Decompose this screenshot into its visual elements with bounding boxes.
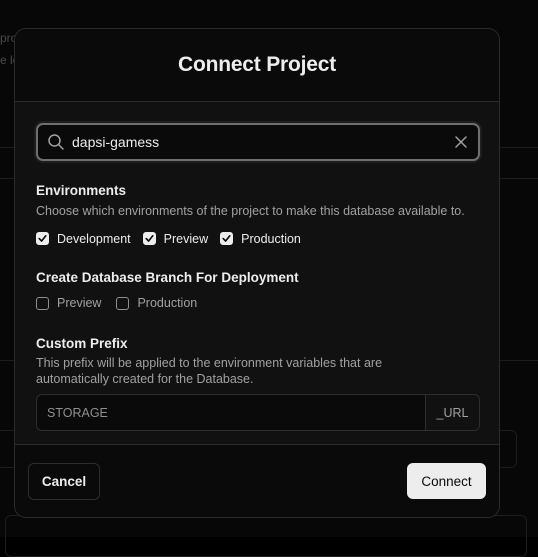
checkbox-production[interactable]: Production [220,232,301,246]
project-search [36,123,480,161]
environments-options: Development Preview [36,231,465,247]
prefix-field: _URL [36,394,480,431]
checkbox-label: Production [241,232,301,246]
branch-options: Preview Production [36,295,299,311]
connect-button[interactable]: Connect [407,463,486,499]
dialog-body: Environments Choose which environments o… [15,102,499,446]
cancel-button[interactable]: Cancel [28,463,100,500]
environments-description: Choose which environments of the project… [36,204,465,220]
dialog-header: Connect Project [15,29,499,102]
branch-title: Create Database Branch For Deployment [36,270,299,285]
prefix-input[interactable] [37,395,425,430]
checkbox-box[interactable] [36,232,49,245]
checkbox-development[interactable]: Development [36,232,131,246]
checkbox-branch-preview[interactable]: Preview [36,296,101,310]
connect-project-dialog: Connect Project Environments Choose whic… [14,28,500,518]
dialog-title: Connect Project [178,53,336,77]
check-icon [222,234,231,243]
project-search-input[interactable] [72,125,432,159]
checkbox-box[interactable] [116,297,129,310]
checkbox-label: Preview [164,232,208,246]
checkbox-box[interactable] [220,232,233,245]
dialog-footer: Cancel Connect [15,444,499,517]
check-icon [145,234,154,243]
environments-title: Environments [36,183,465,198]
branch-section: Create Database Branch For Deployment Pr… [36,270,299,311]
checkbox-label: Production [137,296,197,310]
checkbox-box[interactable] [36,297,49,310]
checkbox-label: Preview [57,296,101,310]
check-icon [38,234,47,243]
checkbox-branch-production[interactable]: Production [116,296,197,310]
search-icon [47,133,65,151]
prefix-suffix: _URL [425,395,479,430]
prefix-description: This prefix will be applied to the envir… [36,356,456,387]
checkbox-label: Development [57,232,131,246]
prefix-section: Custom Prefix This prefix will be applie… [36,336,456,387]
checkbox-preview[interactable]: Preview [143,232,208,246]
checkbox-box[interactable] [143,232,156,245]
background-panel [5,515,527,557]
prefix-title: Custom Prefix [36,336,456,351]
close-icon[interactable] [453,134,469,150]
environments-section: Environments Choose which environments o… [36,183,465,247]
